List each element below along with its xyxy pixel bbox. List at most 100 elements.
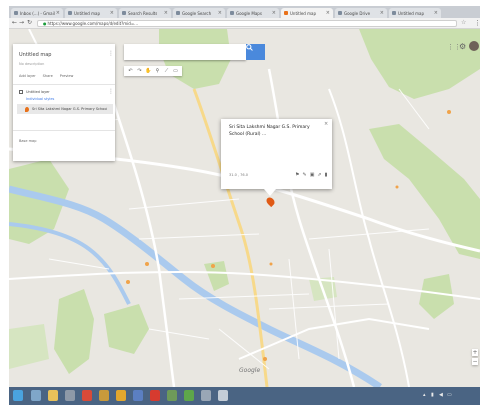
layer-style-link[interactable]: Individual styles — [26, 97, 54, 101]
reload-icon[interactable]: ↻ — [27, 20, 32, 26]
browser-tab[interactable]: Google Drive × — [335, 8, 387, 18]
close-icon[interactable]: × — [217, 10, 222, 16]
layer-visibility-checkbox[interactable] — [19, 90, 23, 94]
edit-icon[interactable]: ✎ — [302, 172, 306, 178]
browser-tab[interactable]: Google Maps × — [227, 8, 279, 18]
browser-tab[interactable]: Search Results × — [119, 8, 171, 18]
browser-tab[interactable]: Untitled map × — [389, 8, 441, 18]
redo-icon[interactable]: ↷ — [136, 68, 143, 75]
layer-item-label: Sri Sita Lakshmi Nagar G.S. Primary Scho… — [32, 107, 108, 111]
browser-tab[interactable]: Inbox (...) - Gmail × — [11, 8, 63, 18]
map-title[interactable]: Untitled map — [19, 52, 51, 58]
popup-tools: ⚑ ✎ ▣ ⇗ ▮ — [292, 172, 327, 178]
media-icon[interactable] — [65, 390, 75, 401]
excel-icon[interactable] — [167, 390, 177, 401]
divider — [13, 130, 115, 131]
popup-coordinates: 31.0 , 76.0 — [229, 173, 248, 177]
map-canvas[interactable]: ↶ ↷ ✋ ⚲ ⟋ ▭ Untitled map No description … — [9, 29, 480, 387]
my-maps-panel: Untitled map No description ⋮ Add layer … — [13, 44, 115, 161]
tab-title: Untitled map — [290, 10, 316, 16]
tab-title: Untitled map — [398, 10, 424, 16]
popup-title: Sri Sita Lakshmi Nagar G.S. Primary Scho… — [229, 125, 310, 137]
close-icon[interactable]: × — [324, 121, 328, 127]
bookmark-star-icon[interactable]: ☆ — [461, 20, 466, 26]
tab-favicon-icon — [68, 11, 72, 15]
map-description[interactable]: No description — [19, 62, 44, 66]
acrobat-icon[interactable] — [150, 390, 160, 401]
close-icon[interactable]: × — [163, 10, 168, 16]
browser-tab-active[interactable]: Untitled map × — [281, 8, 333, 18]
divider — [13, 84, 115, 85]
share-button[interactable]: Share — [43, 74, 53, 78]
google-logo: Google — [239, 367, 261, 374]
opera-icon[interactable] — [82, 390, 92, 401]
tab-title: Search Results — [128, 10, 158, 16]
browser-tab[interactable]: Untitled map × — [65, 8, 117, 18]
close-icon[interactable]: × — [271, 10, 276, 16]
preview-button[interactable]: Preview — [60, 74, 74, 78]
taskbar: ▴ ▮ ◀ ▭ — [9, 387, 480, 405]
layer-list-item[interactable]: Sri Sita Lakshmi Nagar G.S. Primary Scho… — [17, 104, 113, 114]
zoom-in-button[interactable]: + — [472, 349, 478, 356]
browser-tab-strip: Inbox (...) - Gmail × Untitled map × Searc… — [9, 6, 480, 18]
tray-arrow-icon[interactable]: ▴ — [423, 392, 426, 398]
word-icon[interactable] — [133, 390, 143, 401]
close-icon[interactable]: × — [433, 10, 438, 16]
start-button-icon[interactable] — [13, 390, 23, 401]
tab-favicon-icon — [176, 11, 180, 15]
search-icon — [246, 44, 253, 51]
tab-title: Google Drive — [344, 10, 371, 16]
tab-favicon-icon — [284, 11, 288, 15]
panel-actions: Add layer Share Preview — [19, 74, 80, 78]
tab-title: Google Search — [182, 10, 212, 16]
add-marker-icon[interactable]: ⚲ — [154, 68, 161, 75]
add-layer-button[interactable]: Add layer — [19, 74, 36, 78]
lock-icon: ● — [43, 21, 47, 26]
place-info-popup: Sri Sita Lakshmi Nagar G.S. Primary Scho… — [221, 119, 332, 189]
browser-tab[interactable]: Google Search × — [173, 8, 225, 18]
battery-icon[interactable]: ▭ — [447, 392, 452, 398]
app-icon[interactable] — [184, 390, 194, 401]
map-pin-icon — [25, 106, 29, 112]
undo-icon[interactable]: ↶ — [127, 68, 134, 75]
address-bar[interactable]: ●https://www.google.com/maps/d/edit?mid=… — [37, 20, 457, 27]
volume-icon[interactable]: ◀ — [439, 392, 443, 398]
tab-favicon-icon — [338, 11, 342, 15]
delete-icon[interactable]: ▮ — [325, 172, 328, 178]
close-icon[interactable]: × — [379, 10, 384, 16]
tab-title: Untitled map — [74, 10, 100, 16]
map-search-input[interactable] — [124, 44, 246, 60]
app-icon[interactable] — [99, 390, 109, 401]
gear-icon[interactable]: ⚙ — [459, 42, 466, 51]
more-options-icon[interactable]: ⋮ — [108, 50, 114, 57]
style-icon[interactable]: ⚑ — [295, 172, 299, 178]
app-icon[interactable] — [218, 390, 228, 401]
chrome-icon[interactable] — [116, 390, 126, 401]
folder-icon[interactable] — [48, 390, 58, 401]
network-icon[interactable]: ▮ — [431, 392, 434, 398]
close-icon[interactable]: × — [325, 10, 330, 16]
avatar[interactable] — [469, 41, 479, 51]
ruler-icon[interactable]: ▭ — [172, 68, 179, 75]
zoom-out-button[interactable]: − — [472, 358, 478, 365]
browser-toolbar: ← → ↻ ●https://www.google.com/maps/d/edi… — [9, 18, 481, 29]
base-map-toggle[interactable]: Base map — [19, 139, 36, 143]
tab-favicon-icon — [230, 11, 234, 15]
directions-icon[interactable]: ⇗ — [317, 172, 321, 178]
browser-menu-icon[interactable]: ⋮ — [474, 19, 481, 27]
app-icon[interactable] — [201, 390, 211, 401]
back-arrow-icon[interactable]: ← — [12, 20, 17, 26]
popup-pointer — [264, 189, 276, 196]
draw-line-icon[interactable]: ⟋ — [163, 68, 170, 75]
close-icon[interactable]: × — [109, 10, 114, 16]
ie-icon[interactable] — [31, 390, 41, 401]
photo-icon[interactable]: ▣ — [310, 172, 315, 178]
layer-options-icon[interactable]: ⋮ — [108, 88, 114, 95]
close-icon[interactable]: × — [55, 10, 60, 16]
map-tools-bar: ↶ ↷ ✋ ⚲ ⟋ ▭ — [124, 66, 182, 76]
tab-title: Inbox (...) - Gmail — [20, 10, 55, 16]
layer-name[interactable]: Untitled layer — [26, 90, 50, 94]
search-button[interactable] — [246, 44, 265, 60]
forward-arrow-icon[interactable]: → — [19, 20, 24, 26]
hand-icon[interactable]: ✋ — [145, 68, 152, 75]
